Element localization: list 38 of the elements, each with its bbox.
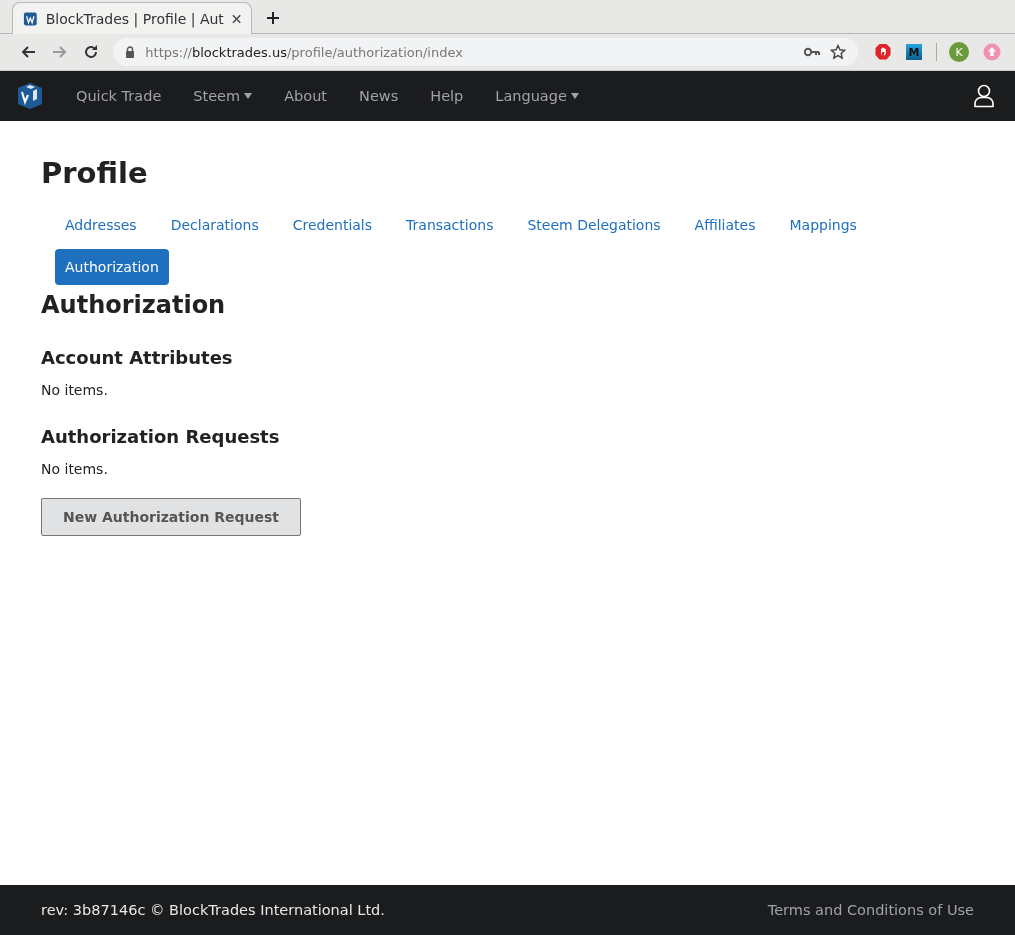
nav-link[interactable]: News [343,88,415,104]
profile-tab[interactable]: Transactions [396,207,504,243]
profile-tab[interactable]: Authorization [55,249,169,285]
new-tab-icon[interactable] [266,11,280,25]
profile-tab[interactable]: Declarations [160,207,269,243]
reload-icon[interactable] [83,44,100,60]
new-request-button[interactable]: New Authorization Request [41,498,301,536]
profile-tab[interactable]: Steem Delegations [517,207,671,243]
subsection-heading: Account Attributes [41,346,234,370]
lock-icon [125,46,136,58]
tab-title: BlockTrades | Profile | Aut [45,10,224,27]
user-icon[interactable] [973,84,995,108]
page-title: Profile [41,155,149,191]
terms-link[interactable]: Terms and Conditions of Use [767,902,974,918]
url-text: https://blocktrades.us/profile/authorization/index [145,44,464,60]
key-icon[interactable] [804,47,820,57]
extension-button[interactable]: M [906,44,922,60]
profile-avatar[interactable]: K [949,42,969,62]
subsection-heading: Authorization Requests [41,425,281,449]
profile-tab[interactable]: Addresses [55,207,147,243]
empty-message: No items. [41,381,109,400]
empty-message: No items. [41,460,109,479]
profile-tab[interactable]: Credentials [282,207,383,243]
address-bar[interactable]: https://blocktrades.us/profile/authorization/index [113,38,858,66]
section-heading: Authorization [41,290,227,321]
profile-tab[interactable]: Affiliates [684,207,766,243]
star-icon[interactable] [830,44,846,60]
browser-tab[interactable]: BlockTrades | Profile | Aut [12,2,252,34]
nav-link[interactable]: Help [414,88,480,104]
profile-tab[interactable]: Mappings [779,207,867,243]
nav-link[interactable]: About [268,88,344,104]
copyright-text: rev: 3b87146c © BlockTrades International Ltd. [41,902,385,918]
back-arrow-icon[interactable] [19,44,36,60]
cube-logo-icon[interactable] [16,82,44,110]
nav-link[interactable]: Quick Trade [60,88,178,104]
nav-link[interactable]: Steem [177,88,269,104]
close-icon[interactable] [231,13,241,24]
nav-link[interactable]: Language [479,88,595,104]
